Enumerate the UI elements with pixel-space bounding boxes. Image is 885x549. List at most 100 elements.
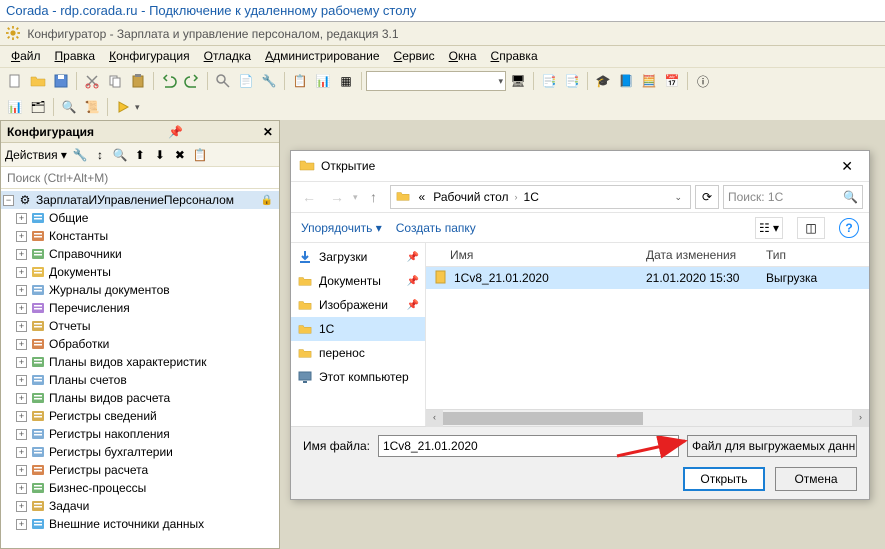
tree-item[interactable]: +Планы видов характеристик (1, 353, 279, 371)
config-tree[interactable]: −⚙ЗарплатаИУправлениеПерсоналом🔒+Общие+К… (1, 189, 279, 548)
tool-icon[interactable]: 🗂 (27, 96, 49, 118)
calc-icon[interactable]: 🧮 (638, 70, 660, 92)
place-item[interactable]: Этот компьютер (291, 365, 425, 389)
tree-item[interactable]: +Журналы документов (1, 281, 279, 299)
col-date[interactable]: Дата изменения (646, 248, 766, 262)
place-item[interactable]: 1C (291, 317, 425, 341)
tree-item[interactable]: +Планы счетов (1, 371, 279, 389)
new-folder-button[interactable]: Создать папку (396, 221, 476, 235)
nav-back-icon[interactable]: ← (297, 189, 321, 205)
tree-item[interactable]: +Перечисления (1, 299, 279, 317)
tool-icon[interactable]: 🎓 (592, 70, 614, 92)
col-name[interactable]: Имя (426, 248, 646, 262)
nav-fwd-icon[interactable]: → (325, 189, 349, 205)
tree-item[interactable]: +Внешние источники данных (1, 515, 279, 533)
expander-icon[interactable]: + (16, 231, 27, 242)
tree-item[interactable]: +Регистры бухгалтерии (1, 443, 279, 461)
filename-input[interactable]: 1Cv8_21.01.2020 (378, 435, 679, 457)
expander-icon[interactable]: + (16, 267, 27, 278)
action-icon[interactable]: ⬆ (131, 146, 149, 164)
action-icon[interactable]: 📋 (191, 146, 209, 164)
menu-item[interactable]: Сервис (387, 46, 442, 66)
expander-icon[interactable]: + (16, 393, 27, 404)
expander-icon[interactable]: − (3, 195, 14, 206)
file-search[interactable]: Поиск: 1C 🔍 (723, 185, 863, 209)
calendar-icon[interactable]: 📅 (661, 70, 683, 92)
view-mode-icon[interactable]: ☷ ▾ (755, 217, 783, 239)
expander-icon[interactable]: + (16, 321, 27, 332)
expander-icon[interactable]: + (16, 429, 27, 440)
filetype-combo[interactable]: Файл для выгружаемых данн (687, 435, 857, 457)
menu-item[interactable]: Файл (4, 46, 48, 66)
open-button[interactable]: Открыть (683, 467, 765, 491)
expander-icon[interactable]: + (16, 249, 27, 260)
tool-icon[interactable]: 📑 (561, 70, 583, 92)
cancel-button[interactable]: Отмена (775, 467, 857, 491)
tree-item[interactable]: +Регистры накопления (1, 425, 279, 443)
panel-pin-icon[interactable]: 📌 (168, 125, 183, 139)
copy-icon[interactable] (104, 70, 126, 92)
run-debug-icon[interactable] (112, 96, 134, 118)
tool-icon[interactable]: ▦ (335, 70, 357, 92)
tool-icon[interactable]: 📊 (4, 96, 26, 118)
tree-label[interactable]: ЗарплатаИУправлениеПерсоналом (36, 193, 258, 207)
info-icon[interactable]: ⓘ (692, 70, 714, 92)
tree-item[interactable]: +Регистры расчета (1, 461, 279, 479)
expander-icon[interactable]: + (16, 519, 27, 530)
col-type[interactable]: Тип (766, 248, 869, 262)
tree-item[interactable]: +Отчеты (1, 317, 279, 335)
expander-icon[interactable]: + (16, 447, 27, 458)
menu-item[interactable]: Справка (484, 46, 545, 66)
scroll-left-icon[interactable]: ‹ (426, 410, 443, 427)
file-columns[interactable]: Имя Дата изменения Тип (426, 243, 869, 267)
preview-pane-icon[interactable]: ◫ (797, 217, 825, 239)
breadcrumb-part[interactable]: « (417, 190, 428, 204)
scroll-right-icon[interactable]: › (852, 410, 869, 427)
h-scrollbar[interactable]: ‹ › (426, 409, 869, 426)
cut-icon[interactable] (81, 70, 103, 92)
tree-item[interactable]: +Обработки (1, 335, 279, 353)
expander-icon[interactable]: + (16, 303, 27, 314)
tree-item[interactable]: +Регистры сведений (1, 407, 279, 425)
tree-item[interactable]: +Планы видов расчета (1, 389, 279, 407)
menu-item[interactable]: Окна (442, 46, 484, 66)
breadcrumb-part[interactable]: 1C (522, 190, 541, 204)
save-icon[interactable] (50, 70, 72, 92)
menu-item[interactable]: Правка (48, 46, 103, 66)
tool-icon[interactable]: 🔍 (58, 96, 80, 118)
tool-icon[interactable]: 📊 (312, 70, 334, 92)
tree-item[interactable]: +Документы (1, 263, 279, 281)
config-search[interactable] (1, 167, 279, 189)
tool-icon[interactable]: 📄 (235, 70, 257, 92)
file-row[interactable]: 1Cv8_21.01.202021.01.2020 15:30Выгрузка (426, 267, 869, 289)
expander-icon[interactable]: + (16, 465, 27, 476)
action-icon[interactable]: ✖ (171, 146, 189, 164)
place-item[interactable]: Загрузки📌 (291, 245, 425, 269)
find-icon[interactable] (212, 70, 234, 92)
close-icon[interactable]: ✕ (263, 125, 273, 139)
tree-item[interactable]: +Общие (1, 209, 279, 227)
menu-item[interactable]: Администрирование (258, 46, 386, 66)
undo-icon[interactable] (158, 70, 180, 92)
close-icon[interactable]: ✕ (833, 154, 861, 179)
help-icon[interactable]: ? (839, 218, 859, 238)
organize-menu[interactable]: Упорядочить ▾ (301, 221, 382, 235)
breadcrumb-part[interactable]: Рабочий стол (431, 190, 510, 204)
tree-item[interactable]: +Справочники (1, 245, 279, 263)
file-list[interactable]: 1Cv8_21.01.202021.01.2020 15:30Выгрузка (426, 267, 869, 409)
chevron-down-icon[interactable]: ⌄ (670, 192, 686, 203)
tree-item[interactable]: +Задачи (1, 497, 279, 515)
tool-icon[interactable]: 📋 (289, 70, 311, 92)
place-item[interactable]: Изображени📌 (291, 293, 425, 317)
refresh-icon[interactable]: ⟳ (695, 185, 719, 209)
tree-item[interactable]: +Константы (1, 227, 279, 245)
tool-icon[interactable]: 📜 (81, 96, 103, 118)
tool-icon[interactable]: 🔧 (258, 70, 280, 92)
action-icon[interactable]: ↕ (91, 146, 109, 164)
tool-icon[interactable]: 📘 (615, 70, 637, 92)
open-icon[interactable] (27, 70, 49, 92)
redo-icon[interactable] (181, 70, 203, 92)
new-icon[interactable] (4, 70, 26, 92)
expander-icon[interactable]: + (16, 213, 27, 224)
action-icon[interactable]: ⬇ (151, 146, 169, 164)
